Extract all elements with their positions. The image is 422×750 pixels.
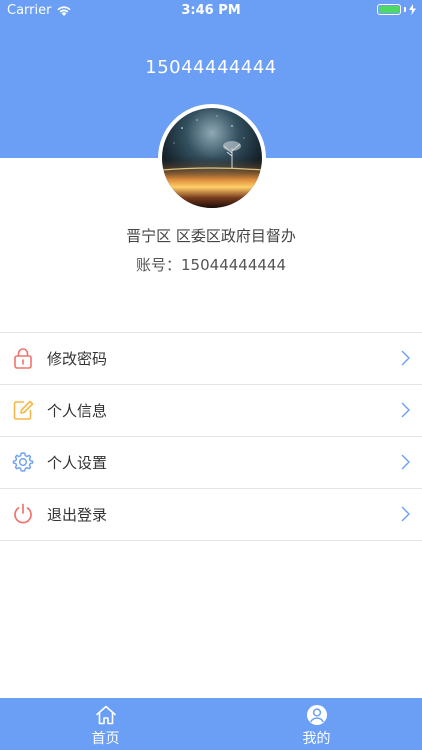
menu-item-personal-settings[interactable]: 个人设置 (0, 437, 422, 489)
gear-icon (12, 452, 34, 472)
battery-icon (377, 4, 401, 15)
chevron-right-icon (401, 402, 410, 418)
account-value: 15044444444 (181, 256, 286, 274)
menu-item-label: 修改密码 (47, 350, 108, 368)
tab-bar: 首页 我的 (0, 698, 422, 750)
battery-indicator (377, 4, 416, 15)
battery-tip (404, 7, 406, 12)
organization-name: 晋宁区 区委区政府目督办 (126, 227, 296, 245)
user-icon (306, 705, 327, 725)
home-icon (95, 705, 116, 725)
avatar[interactable] (158, 104, 266, 212)
page-title: 15044444444 (145, 57, 277, 78)
power-icon (14, 503, 32, 524)
menu-item-logout[interactable]: 退出登录 (0, 489, 422, 541)
status-time: 3:46 PM (181, 3, 241, 18)
tab-label: 我的 (302, 731, 331, 747)
account-line: 账号：15044444444 (0, 254, 422, 275)
lock-icon (14, 348, 32, 369)
menu-item-label: 退出登录 (47, 506, 108, 524)
edit-icon (13, 400, 34, 420)
chevron-right-icon (401, 454, 410, 470)
menu-item-label: 个人信息 (47, 402, 108, 420)
tab-home[interactable]: 首页 (0, 698, 211, 750)
status-bar: Carrier 3:46 PM (0, 0, 422, 22)
tab-label: 首页 (91, 731, 120, 747)
tab-mine[interactable]: 我的 (211, 698, 422, 750)
settings-menu: 修改密码 个人信息 个人设置 退出登录 (0, 332, 422, 541)
account-label: 账号： (136, 256, 182, 274)
charging-icon (409, 4, 416, 15)
menu-item-personal-info[interactable]: 个人信息 (0, 385, 422, 437)
battery-fill (379, 6, 399, 13)
chevron-right-icon (401, 350, 410, 366)
menu-item-change-password[interactable]: 修改密码 (0, 333, 422, 385)
menu-item-label: 个人设置 (47, 454, 108, 472)
avatar-image (162, 108, 262, 208)
chevron-right-icon (401, 506, 410, 522)
